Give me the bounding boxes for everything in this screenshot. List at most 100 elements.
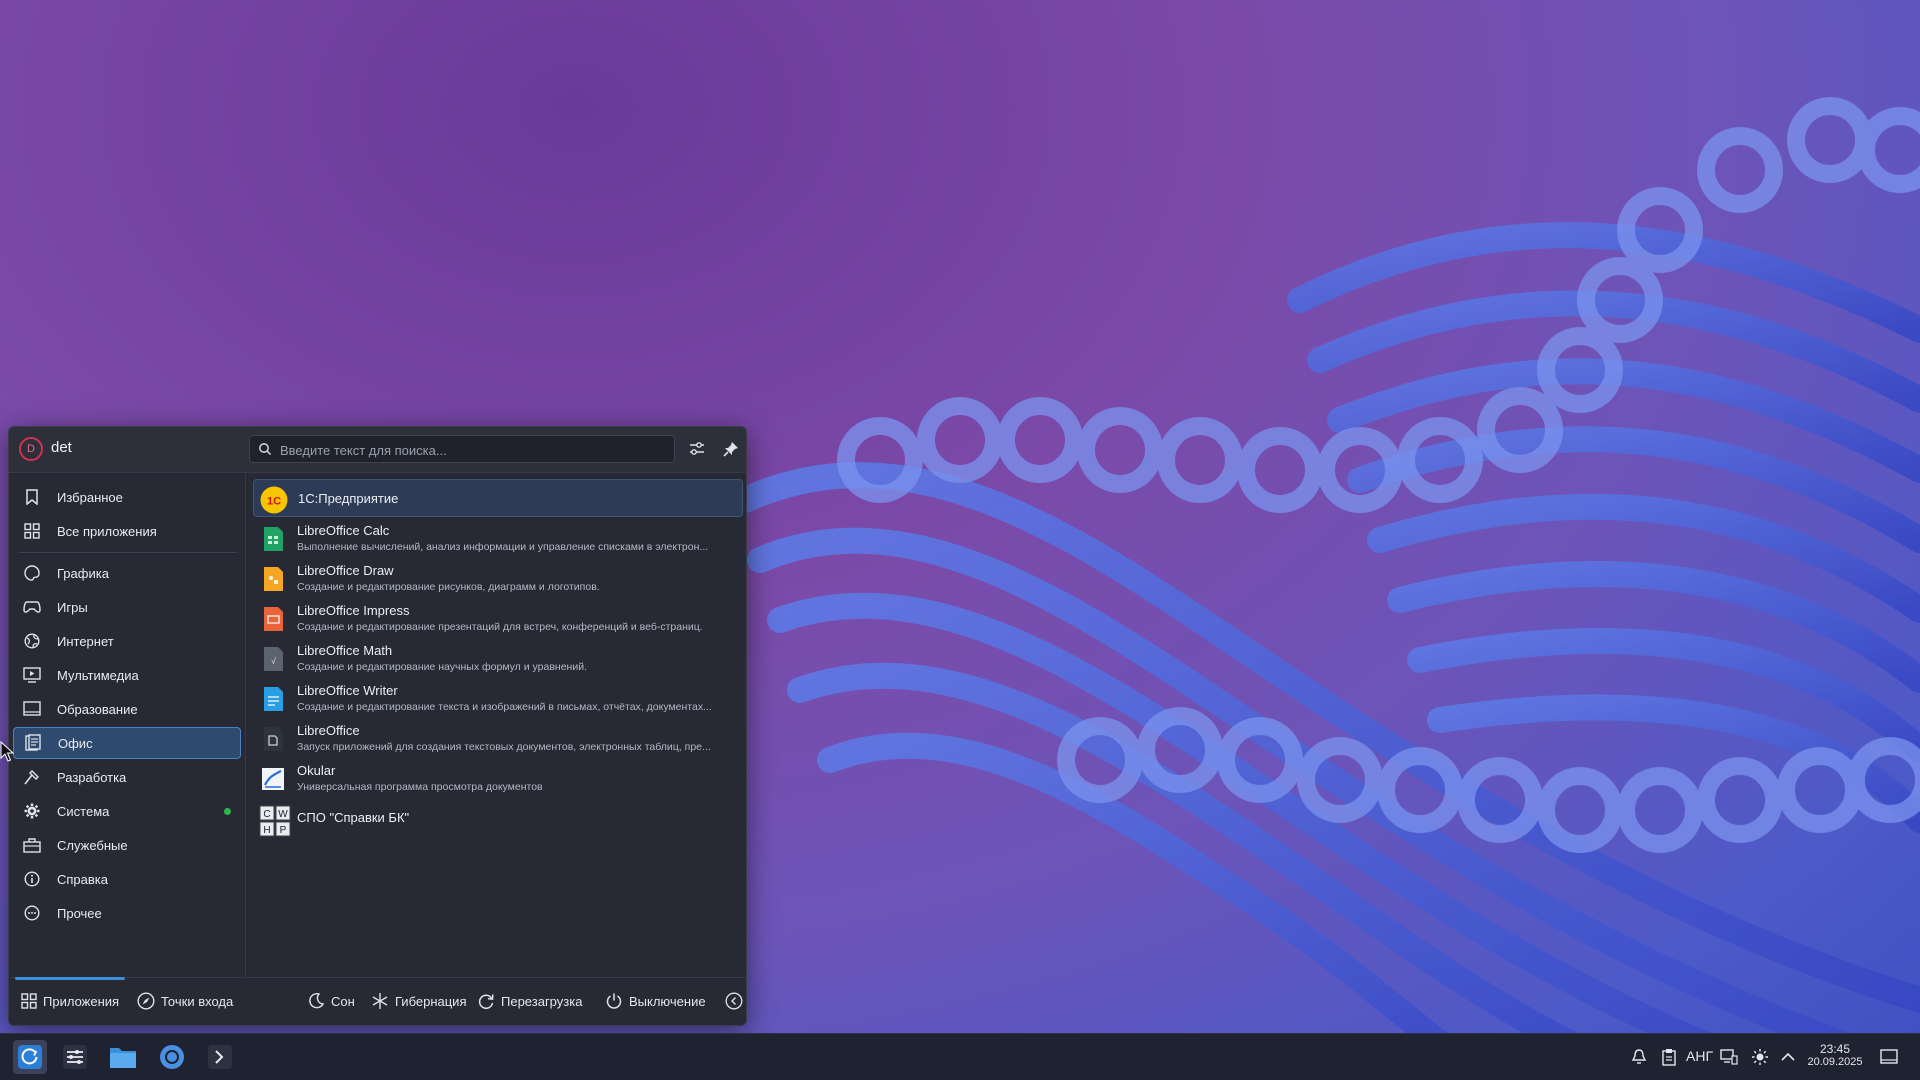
configure-button[interactable] <box>685 437 709 461</box>
sidebar-item-education[interactable]: Образование <box>13 693 241 725</box>
bell-icon <box>1631 1049 1647 1064</box>
show-desktop-button[interactable] <box>1880 1048 1898 1066</box>
sidebar-item-internet[interactable]: Интернет <box>13 625 241 657</box>
math-icon: √ <box>259 645 287 673</box>
brightness-tray-button[interactable] <box>1751 1048 1769 1066</box>
restart-button[interactable]: Перезагрузка <box>477 978 582 1024</box>
app-description: Создание и редактирование текста и изобр… <box>297 701 712 713</box>
launcher-icon <box>18 1045 42 1069</box>
keyboard-layout-indicator[interactable]: АНГ <box>1686 1048 1713 1064</box>
pin-button[interactable] <box>719 437 743 461</box>
sidebar-item-development[interactable]: Разработка <box>13 761 241 793</box>
sidebar-item-label: Офис <box>58 735 93 751</box>
sleep-button[interactable]: Сон <box>307 978 355 1024</box>
list-item[interactable]: LibreOffice Draw Создание и редактирован… <box>253 559 743 597</box>
moon-icon <box>309 992 325 1009</box>
book-icon <box>21 698 43 720</box>
sidebar-item-games[interactable]: Игры <box>13 591 241 623</box>
terminal-button[interactable] <box>203 1040 237 1074</box>
sidebar-item-label: Справка <box>57 871 108 887</box>
app-name: LibreOffice Math <box>297 643 393 658</box>
sidebar-item-help[interactable]: Справка <box>13 863 241 895</box>
app-description: Выполнение вычислений, анализ информации… <box>297 541 709 553</box>
list-item[interactable]: LibreOffice Calc Выполнение вычислений, … <box>253 519 743 557</box>
list-item[interactable]: √ LibreOffice Math Создание и редактиров… <box>253 639 743 677</box>
settings-sliders-icon <box>63 1045 87 1069</box>
tab-label: Приложения <box>43 993 120 1009</box>
list-item[interactable]: LibreOffice Writer Создание и редактиров… <box>253 679 743 717</box>
sidebar-item-multimedia[interactable]: Мультимедиа <box>13 659 241 691</box>
hibernate-button[interactable]: Гибернация <box>371 978 467 1024</box>
system-settings-button[interactable] <box>58 1040 92 1074</box>
launcher-button[interactable] <box>13 1040 47 1074</box>
username: det <box>51 439 72 456</box>
more-circle-icon <box>21 902 43 924</box>
list-item[interactable]: LibreOffice Запуск приложений для создан… <box>253 719 743 757</box>
tab-places[interactable]: Точки входа <box>137 978 233 1024</box>
svg-text:1С: 1С <box>267 496 281 508</box>
app-list: 1С 1С:Предприятие LibreOffice Calc Выпол… <box>249 475 744 975</box>
impress-icon <box>259 605 287 633</box>
okular-icon <box>259 765 287 793</box>
network-tray-button[interactable] <box>1720 1048 1738 1066</box>
writer-icon <box>259 685 287 713</box>
app-name: LibreOffice Writer <box>297 683 398 698</box>
globe-icon <box>21 630 43 652</box>
clock[interactable]: 23:45 20.09.2025 <box>1805 1042 1865 1068</box>
gear-icon <box>21 800 43 822</box>
taskbar: АНГ 23:45 20.09.2025 <box>0 1033 1920 1080</box>
sidebar-item-utilities[interactable]: Служебные <box>13 829 241 861</box>
terminal-icon <box>208 1045 232 1069</box>
clock-date: 20.09.2025 <box>1807 1056 1863 1068</box>
browser-button[interactable] <box>155 1040 189 1074</box>
clock-time: 23:45 <box>1819 1042 1851 1056</box>
shutdown-button[interactable]: Выключение <box>605 978 706 1024</box>
sidebar-item-label: Графика <box>57 565 109 581</box>
snowflake-icon <box>372 993 388 1009</box>
sidebar-item-label: Прочее <box>57 905 102 921</box>
list-item[interactable]: Okular Универсальная программа просмотра… <box>253 759 743 797</box>
list-item[interactable]: 1С 1С:Предприятие <box>253 479 743 517</box>
sidebar-item-office[interactable]: Офис <box>13 727 241 759</box>
launcher-header: D det <box>9 427 746 473</box>
1c-icon: 1С <box>260 486 288 514</box>
app-name: LibreOffice <box>297 723 360 738</box>
sidebar-item-label: Все приложения <box>57 523 157 539</box>
search-box[interactable] <box>249 435 675 463</box>
sidebar-item-favorites[interactable]: Избранное <box>13 481 241 513</box>
restart-label: Перезагрузка <box>501 993 583 1009</box>
sidebar-item-label: Избранное <box>57 489 123 505</box>
show-hidden-icons-button[interactable] <box>1779 1048 1797 1066</box>
sleep-label: Сон <box>331 993 355 1009</box>
app-description: Создание и редактирование рисунков, диаг… <box>297 581 600 593</box>
sidebar-item-all-apps[interactable]: Все приложения <box>13 515 241 547</box>
sidebar-item-label: Служебные <box>57 837 128 853</box>
app-name: LibreOffice Draw <box>297 563 394 578</box>
search-icon <box>258 442 272 461</box>
app-description: Создание и редактирование презентаций дл… <box>297 621 703 633</box>
network-wired-icon <box>1720 1049 1738 1065</box>
spravki-bk-icon: СWНР <box>259 805 291 837</box>
sidebar-item-label: Разработка <box>57 769 127 785</box>
sidebar-item-graphics[interactable]: Графика <box>13 557 241 589</box>
sidebar-item-system[interactable]: Система <box>13 795 241 827</box>
avatar[interactable]: D <box>19 437 43 461</box>
folder-icon <box>110 1048 136 1068</box>
office-doc-icon <box>22 732 44 754</box>
more-power-options-button[interactable] <box>725 978 746 1024</box>
app-description: Запуск приложений для создания текстовых… <box>297 741 711 753</box>
tab-applications[interactable]: Приложения <box>21 978 119 1024</box>
sidebar-item-other[interactable]: Прочее <box>13 897 241 929</box>
search-input[interactable] <box>278 439 662 461</box>
tab-label: Точки входа <box>161 993 234 1009</box>
list-item[interactable]: СWНР СПО "Справки БК" <box>253 799 743 837</box>
notifications-tray-button[interactable] <box>1630 1048 1648 1066</box>
mouse-cursor-icon <box>0 741 14 762</box>
sidebar-divider <box>19 552 237 553</box>
grid-icon <box>21 520 43 542</box>
app-description: Универсальная программа просмотра докуме… <box>297 781 543 793</box>
clipboard-tray-button[interactable] <box>1660 1048 1678 1066</box>
list-item[interactable]: LibreOffice Impress Создание и редактиро… <box>253 599 743 637</box>
file-manager-button[interactable] <box>106 1040 140 1074</box>
refresh-icon <box>478 994 494 1009</box>
